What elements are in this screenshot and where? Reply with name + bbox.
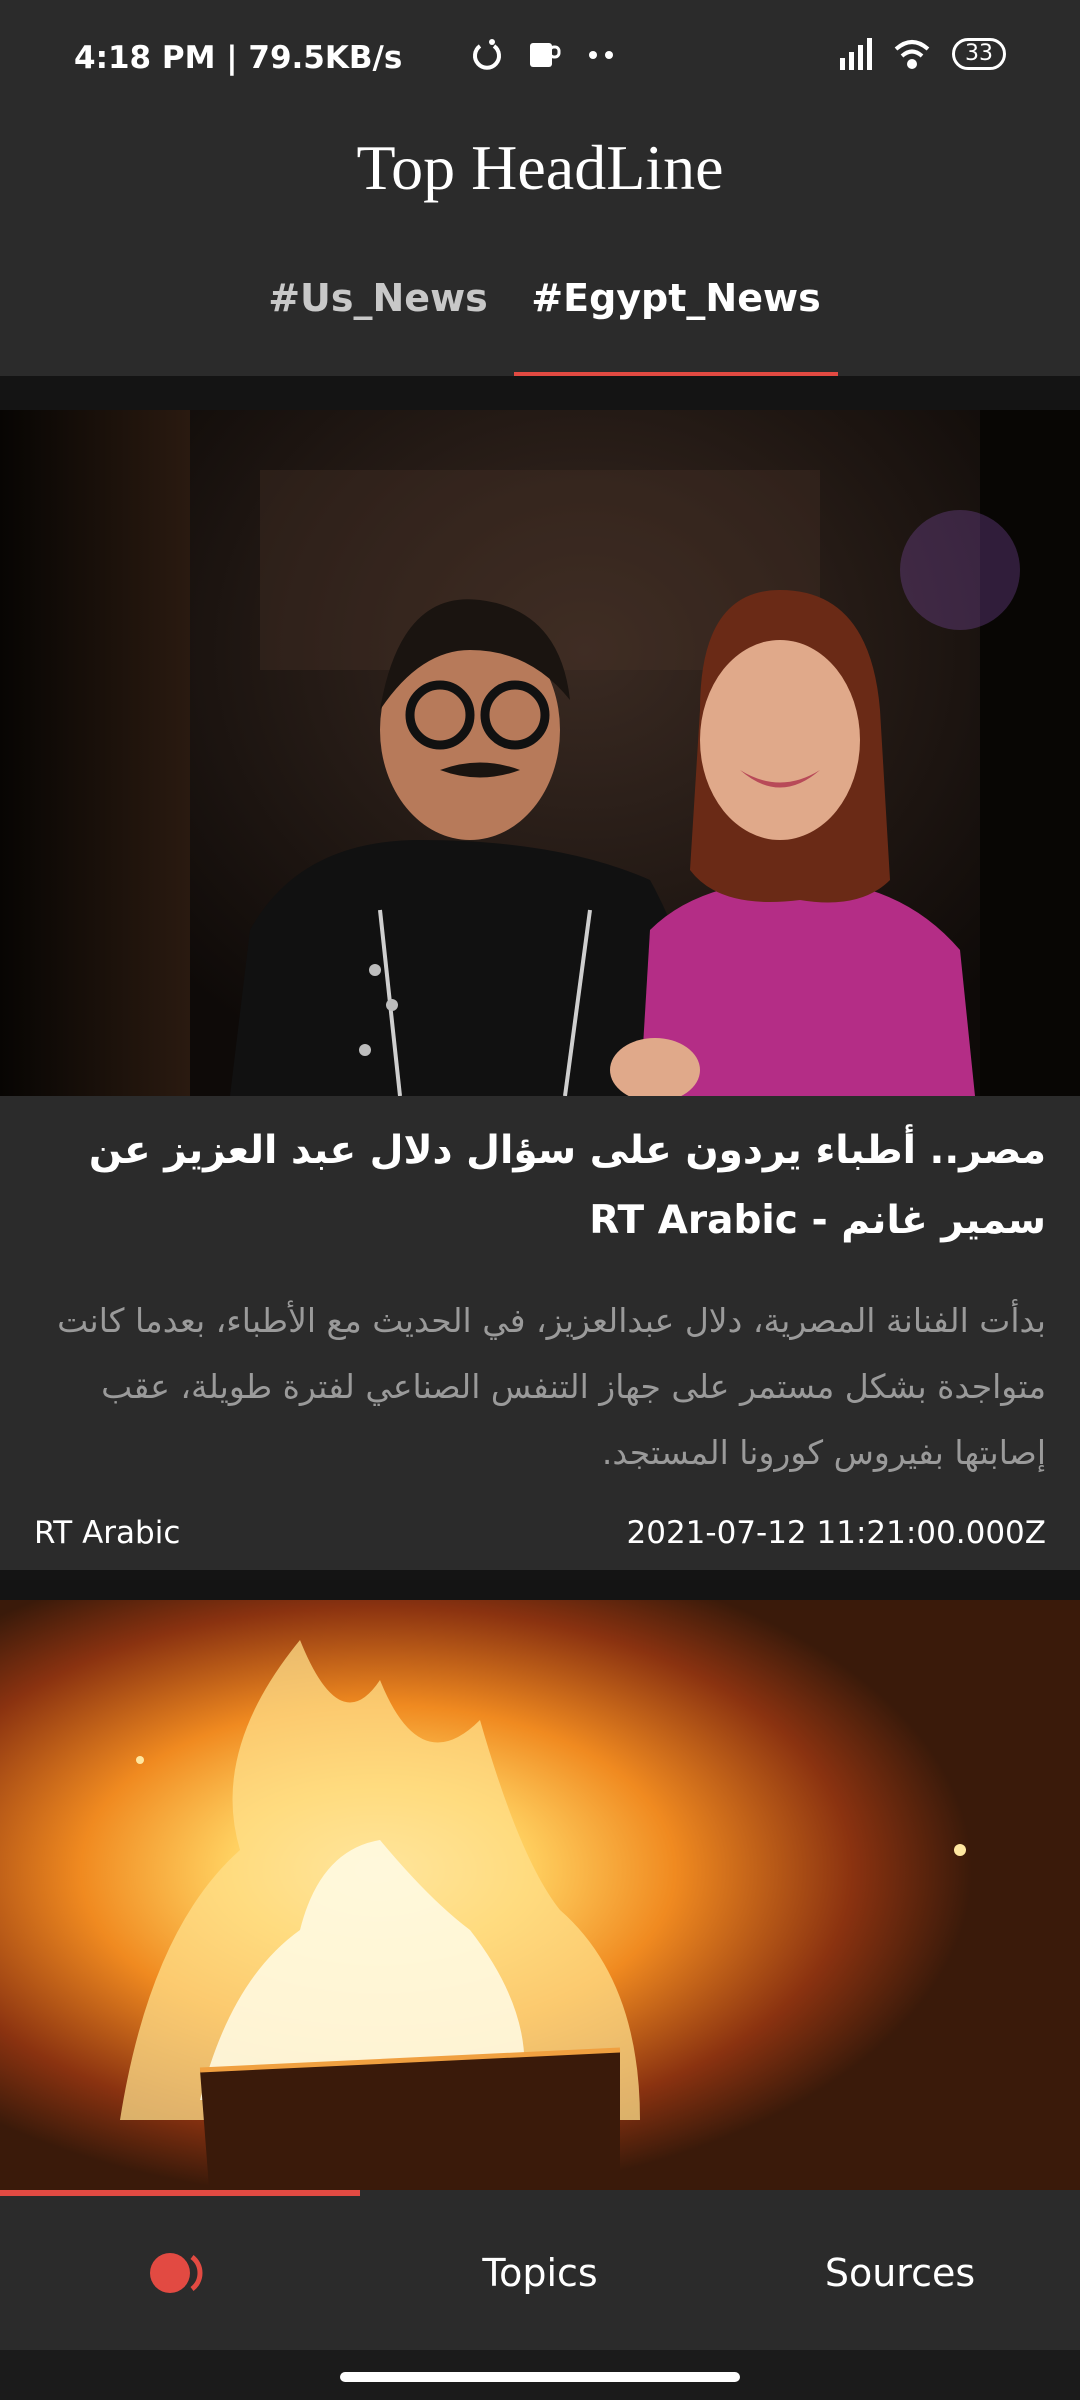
article-title[interactable]: مصر.. أطباء يردون على سؤال دلال عبد العز… bbox=[36, 1116, 1046, 1256]
nav-home[interactable] bbox=[0, 2196, 360, 2350]
sync-icon bbox=[473, 39, 501, 70]
record-icon bbox=[150, 2253, 203, 2293]
gesture-bar bbox=[0, 2350, 1080, 2400]
bottom-navigation: Topics Sources bbox=[0, 2196, 1080, 2350]
more-dots-icon bbox=[589, 51, 613, 59]
top-app-bar: Top HeadLine #Us_News #Egypt_News bbox=[0, 90, 1080, 378]
status-left-icons bbox=[470, 38, 614, 72]
signal-icon bbox=[840, 38, 872, 70]
battery-icon: 33 bbox=[952, 38, 1006, 70]
news-feed[interactable]: مصر.. أطباء يردون على سؤال دلال عبد العز… bbox=[0, 376, 1080, 2190]
coffee-cup-icon bbox=[530, 43, 561, 67]
article-description: بدأت الفنانة المصرية، دلال عبدالعزيز، في… bbox=[57, 1301, 1046, 1472]
status-bar: 4:18 PM | 79.5KB/s 33 bbox=[0, 0, 1080, 90]
article-card[interactable] bbox=[0, 1600, 1080, 2190]
article-source: RT Arabic bbox=[34, 1515, 181, 1551]
article-date: 2021-07-12 11:21:00.000Z bbox=[626, 1515, 1047, 1551]
status-time-speed: 4:18 PM | 79.5KB/s bbox=[74, 40, 403, 76]
article-image bbox=[0, 1600, 1080, 2190]
nav-sources[interactable]: Sources bbox=[720, 2196, 1080, 2350]
article-card[interactable]: مصر.. أطباء يردون على سؤال دلال عبد العز… bbox=[0, 410, 1080, 1570]
photo-couple-at-event bbox=[0, 410, 1080, 1096]
wifi-icon bbox=[894, 40, 930, 69]
article-meta: RT Arabic 2021-07-12 11:21:00.000Z bbox=[34, 1508, 1046, 1558]
article-image bbox=[0, 410, 1080, 1096]
status-right-icons: 33 bbox=[838, 38, 1006, 70]
page-title: Top HeadLine bbox=[356, 132, 724, 203]
tab-bar: #Us_News #Egypt_News bbox=[0, 258, 1080, 378]
home-indicator[interactable] bbox=[340, 2372, 740, 2382]
tab-us-news[interactable]: #Us_News bbox=[254, 258, 502, 372]
photo-burning-fire-at-night bbox=[0, 1600, 1080, 2190]
app-screen: 4:18 PM | 79.5KB/s 33 Top HeadLine #Us_N… bbox=[0, 0, 1080, 2400]
nav-topics[interactable]: Topics bbox=[360, 2196, 720, 2350]
tab-egypt-news[interactable]: #Egypt_News bbox=[514, 258, 838, 378]
